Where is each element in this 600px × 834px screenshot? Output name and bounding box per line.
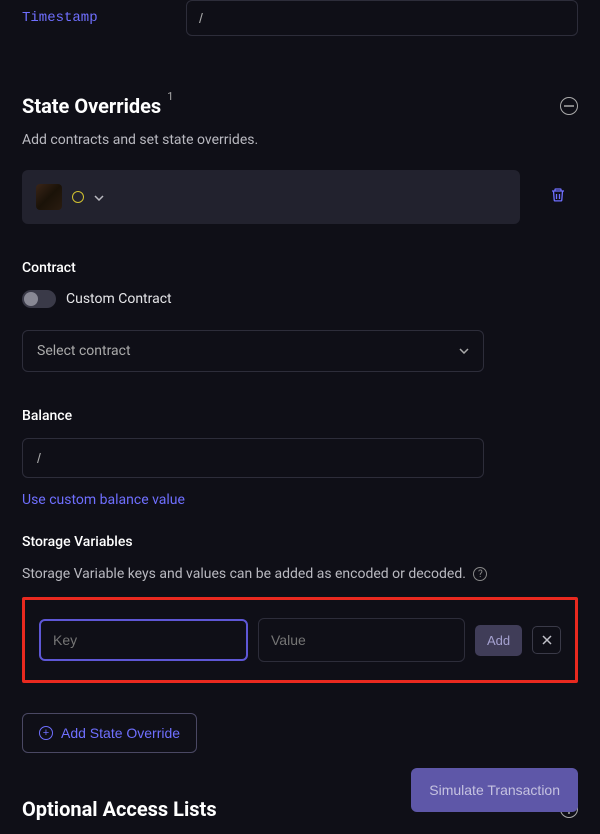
optional-access-lists-title: Optional Access Lists: [22, 797, 217, 821]
state-overrides-description: Add contracts and set state overrides.: [22, 132, 578, 148]
storage-kv-highlight: Add: [22, 597, 578, 683]
add-kv-button[interactable]: Add: [475, 625, 522, 656]
add-state-override-label: Add State Override: [61, 725, 180, 741]
plus-circle-icon: +: [39, 726, 53, 740]
storage-variables-label: Storage Variables: [22, 534, 578, 550]
state-overrides-count: 1: [167, 90, 173, 103]
custom-contract-toggle[interactable]: [22, 290, 56, 308]
state-overrides-title-text: State Overrides: [22, 94, 161, 118]
status-circle-icon: [72, 191, 84, 203]
toggle-knob: [24, 292, 38, 306]
close-icon: [542, 635, 552, 645]
custom-contract-label: Custom Contract: [66, 291, 172, 307]
remove-kv-button[interactable]: [532, 626, 561, 654]
custom-balance-link[interactable]: Use custom balance value: [22, 492, 185, 508]
trash-icon[interactable]: [550, 187, 566, 207]
collapse-icon[interactable]: [560, 97, 578, 115]
chevron-down-icon: [459, 348, 469, 354]
chevron-down-icon[interactable]: [94, 190, 104, 204]
contract-avatar: [36, 184, 62, 210]
timestamp-input[interactable]: [186, 0, 578, 36]
storage-help-text: Storage Variable keys and values can be …: [22, 564, 578, 585]
storage-key-input[interactable]: [39, 619, 248, 661]
simulate-transaction-button[interactable]: Simulate Transaction: [411, 768, 578, 812]
add-state-override-button[interactable]: + Add State Override: [22, 713, 197, 753]
help-icon[interactable]: ?: [473, 567, 487, 581]
contract-select[interactable]: Select contract: [22, 330, 484, 372]
contract-label: Contract: [22, 260, 578, 276]
balance-label: Balance: [22, 408, 578, 424]
balance-input[interactable]: [22, 438, 484, 478]
state-overrides-title: State Overrides 1: [22, 94, 173, 118]
storage-help-text-content: Storage Variable keys and values can be …: [22, 566, 466, 582]
timestamp-label: Timestamp: [22, 10, 186, 26]
override-card[interactable]: [22, 170, 520, 224]
storage-value-input[interactable]: [258, 618, 465, 662]
contract-select-placeholder: Select contract: [37, 343, 131, 359]
